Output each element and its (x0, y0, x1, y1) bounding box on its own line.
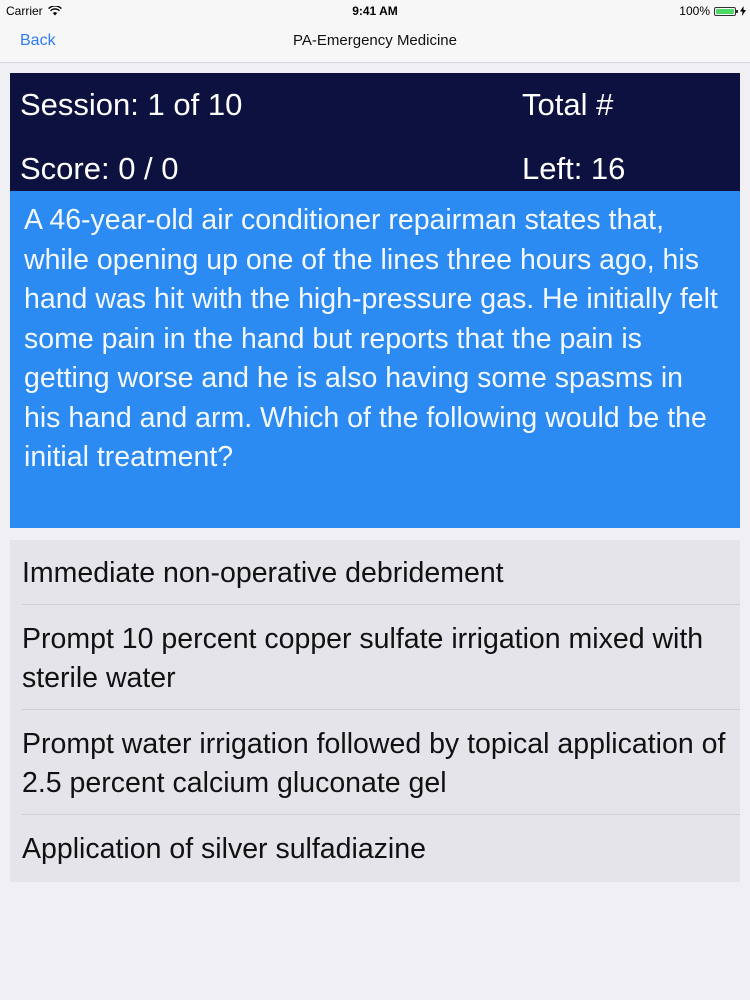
answer-option-4[interactable]: Application of silver sulfadiazine (10, 830, 740, 869)
divider (22, 814, 740, 815)
answer-option-3[interactable]: Prompt water irrigation followed by topi… (10, 725, 740, 803)
battery-fill (716, 8, 734, 14)
questions-left: Left: 16 (522, 151, 626, 186)
score-counter: Score: 0 / 0 (20, 151, 179, 186)
battery-group: 100% (679, 0, 746, 22)
session-header: Session: 1 of 10 Total # Score: 0 / 0 Le… (10, 73, 740, 191)
navigation-bar: Back PA-Emergency Medicine (0, 22, 750, 63)
answer-option-2[interactable]: Prompt 10 percent copper sulfate irrigat… (10, 620, 740, 698)
status-bar: Carrier 9:41 AM 100% (0, 0, 750, 22)
session-counter: Session: 1 of 10 (20, 87, 243, 122)
total-label: Total # (522, 87, 614, 122)
battery-percent: 100% (679, 4, 710, 18)
divider (22, 709, 740, 710)
divider (22, 604, 740, 605)
answer-list: Immediate non-operative debridement Prom… (10, 540, 740, 882)
bolt-icon (740, 6, 746, 16)
battery-icon (714, 6, 738, 16)
answer-option-1[interactable]: Immediate non-operative debridement (10, 554, 740, 593)
nav-title: PA-Emergency Medicine (293, 32, 457, 49)
clock: 9:41 AM (352, 4, 398, 18)
question-text: A 46-year-old air conditioner repairman … (10, 191, 740, 528)
